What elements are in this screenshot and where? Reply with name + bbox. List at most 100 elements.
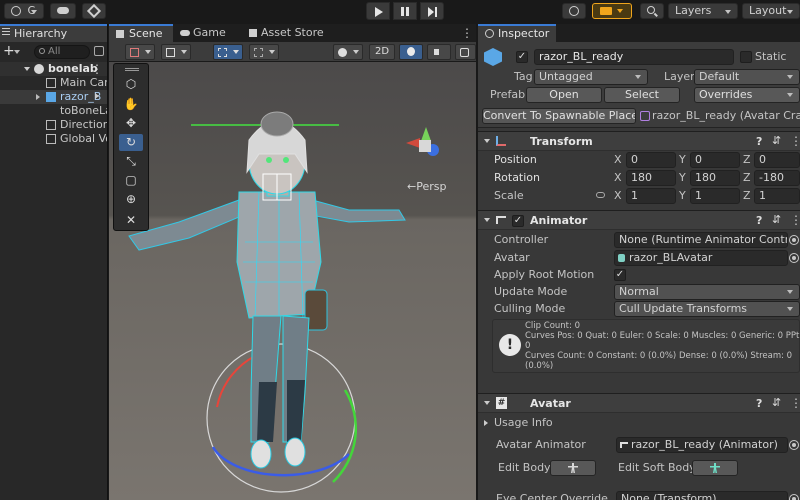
2d-toggle-button[interactable]: 2D: [369, 44, 395, 60]
chevron-right-icon[interactable]: [95, 93, 102, 99]
presets-icon[interactable]: ⇵: [772, 134, 781, 147]
list-item[interactable]: Global Vo: [0, 132, 107, 146]
prefab-open-button[interactable]: Open: [526, 87, 602, 103]
object-picker-icon[interactable]: [789, 440, 799, 450]
layer-dropdown[interactable]: Default: [694, 69, 800, 85]
main-toolbar: C Layers Layout: [0, 0, 800, 22]
list-item[interactable]: razor_B: [0, 90, 107, 104]
prefab-overrides-dropdown[interactable]: Overrides: [694, 87, 800, 103]
tab-asset-store[interactable]: Asset Store: [241, 24, 341, 42]
scene-viewport[interactable]: ⬡ ✋ ✥ ↻ ⤡ ▢ ⊕ ✕ ←Persp: [109, 62, 476, 500]
tab-game[interactable]: Game: [173, 24, 241, 42]
controller-field[interactable]: None (Runtime Animator Controller): [614, 232, 788, 248]
shading-dropdown[interactable]: [161, 44, 191, 60]
tag-label: Tag: [514, 70, 533, 83]
hierarchy-search-input[interactable]: All: [34, 45, 90, 59]
snap-increment-dropdown[interactable]: [249, 44, 279, 60]
eye-override-field[interactable]: None (Transform): [616, 491, 788, 500]
list-item[interactable]: Main Cam: [0, 76, 107, 90]
cloud-button[interactable]: [50, 3, 76, 19]
usage-info-foldout-icon[interactable]: [484, 420, 491, 426]
presets-icon[interactable]: ⇵: [772, 396, 781, 409]
step-button[interactable]: [420, 2, 444, 20]
grid-snap-button[interactable]: [213, 44, 243, 60]
tag-dropdown[interactable]: Untagged: [534, 69, 648, 85]
orientation-gizmo[interactable]: [399, 122, 451, 174]
effects-dropdown[interactable]: [455, 44, 476, 60]
pause-button[interactable]: [393, 2, 417, 20]
static-checkbox[interactable]: [740, 51, 752, 63]
custom-tools-dropdown[interactable]: ✕: [119, 212, 143, 229]
transform-header[interactable]: Transform ? ⇵ ⋮: [478, 131, 800, 151]
rotation-x-field[interactable]: 180: [626, 170, 676, 186]
scene-kebab-icon[interactable]: ⋮: [91, 61, 103, 77]
prefab-select-button[interactable]: Select: [604, 87, 680, 103]
help-icon[interactable]: ?: [756, 397, 762, 410]
scale-tool-button[interactable]: ⤡: [119, 153, 143, 170]
tab-inspector[interactable]: Inspector: [478, 24, 556, 42]
usage-info-label[interactable]: Usage Info: [494, 415, 553, 431]
help-icon[interactable]: ?: [756, 135, 762, 148]
help-icon[interactable]: ?: [756, 214, 762, 227]
history-button[interactable]: [562, 3, 586, 19]
object-picker-icon[interactable]: [789, 494, 799, 500]
scene-kebab-icon[interactable]: ⋮: [461, 25, 473, 41]
presets-icon[interactable]: ⇵: [772, 213, 781, 226]
account-dropdown[interactable]: C: [4, 3, 44, 19]
object-name-field[interactable]: razor_BL_ready: [534, 49, 734, 65]
rail-handle-icon[interactable]: [125, 68, 139, 69]
transform-tool-button[interactable]: ⊕: [119, 191, 143, 208]
persp-label[interactable]: ←Persp: [407, 180, 446, 193]
position-z-field[interactable]: 0: [754, 152, 800, 168]
component-kebab-icon[interactable]: ⋮: [790, 133, 800, 149]
search-button[interactable]: [640, 3, 664, 19]
rect-tool-button[interactable]: ▢: [119, 172, 143, 189]
object-picker-icon[interactable]: [789, 253, 799, 263]
add-icon[interactable]: +: [3, 44, 15, 58]
list-item[interactable]: toBoneLa: [0, 104, 107, 118]
rotation-z-field[interactable]: -180: [754, 170, 800, 186]
object-active-checkbox[interactable]: ✓: [516, 51, 528, 63]
eye-override-label: Eye Center Override: [496, 492, 608, 500]
rotate-tool-button[interactable]: ↻: [119, 134, 143, 151]
search-filter-icon[interactable]: [94, 46, 104, 56]
animator-enabled-checkbox[interactable]: ✓: [512, 215, 524, 227]
rotation-y-field[interactable]: 180: [690, 170, 740, 186]
component-kebab-icon[interactable]: ⋮: [790, 212, 800, 228]
component-kebab-icon[interactable]: ⋮: [790, 395, 800, 411]
view-options-dropdown[interactable]: ⬡: [119, 76, 143, 93]
unity-services-dropdown[interactable]: [592, 3, 632, 19]
lighting-toggle-button[interactable]: [399, 44, 423, 60]
layers-dropdown[interactable]: Layers: [668, 3, 738, 19]
tab-scene[interactable]: Scene: [109, 24, 173, 42]
object-picker-icon[interactable]: [789, 235, 799, 245]
edit-body-button[interactable]: [550, 460, 596, 476]
scale-z-field[interactable]: 1: [754, 188, 800, 204]
apply-root-motion-checkbox[interactable]: ✓: [614, 269, 626, 281]
avatar-animator-field[interactable]: razor_BL_ready (Animator): [616, 437, 788, 453]
update-mode-dropdown[interactable]: Normal: [614, 284, 800, 300]
render-mode-dropdown[interactable]: [333, 44, 363, 60]
culling-mode-dropdown[interactable]: Cull Update Transforms: [614, 301, 800, 317]
play-button[interactable]: [366, 2, 390, 20]
audio-toggle-button[interactable]: [427, 44, 451, 60]
scale-y-field[interactable]: 1: [690, 188, 740, 204]
avatar-component-header[interactable]: # Avatar ? ⇵ ⋮: [478, 393, 800, 413]
animator-header[interactable]: ✓ Animator ? ⇵ ⋮: [478, 210, 800, 230]
constrain-proportions-icon[interactable]: [596, 192, 605, 198]
edit-soft-body-button[interactable]: [692, 460, 738, 476]
position-y-field[interactable]: 0: [690, 152, 740, 168]
tab-hierarchy[interactable]: Hierarchy: [0, 24, 107, 42]
layout-dropdown[interactable]: Layout: [742, 3, 800, 19]
avatar-field[interactable]: razor_BLAvatar: [614, 250, 788, 266]
draw-mode-dropdown[interactable]: [125, 44, 155, 60]
position-x-field[interactable]: 0: [626, 152, 676, 168]
hierarchy-scene-row[interactable]: bonelab ⋮: [0, 62, 107, 76]
hand-tool-button[interactable]: ✋: [119, 96, 143, 113]
scale-x-field[interactable]: 1: [626, 188, 676, 204]
add-dropdown-icon[interactable]: [14, 50, 20, 57]
collab-button[interactable]: [82, 3, 106, 19]
list-item[interactable]: Directiona: [0, 118, 107, 132]
convert-spawnable-button[interactable]: Convert To Spawnable Placer: [482, 108, 636, 124]
move-tool-button[interactable]: ✥: [119, 115, 143, 132]
